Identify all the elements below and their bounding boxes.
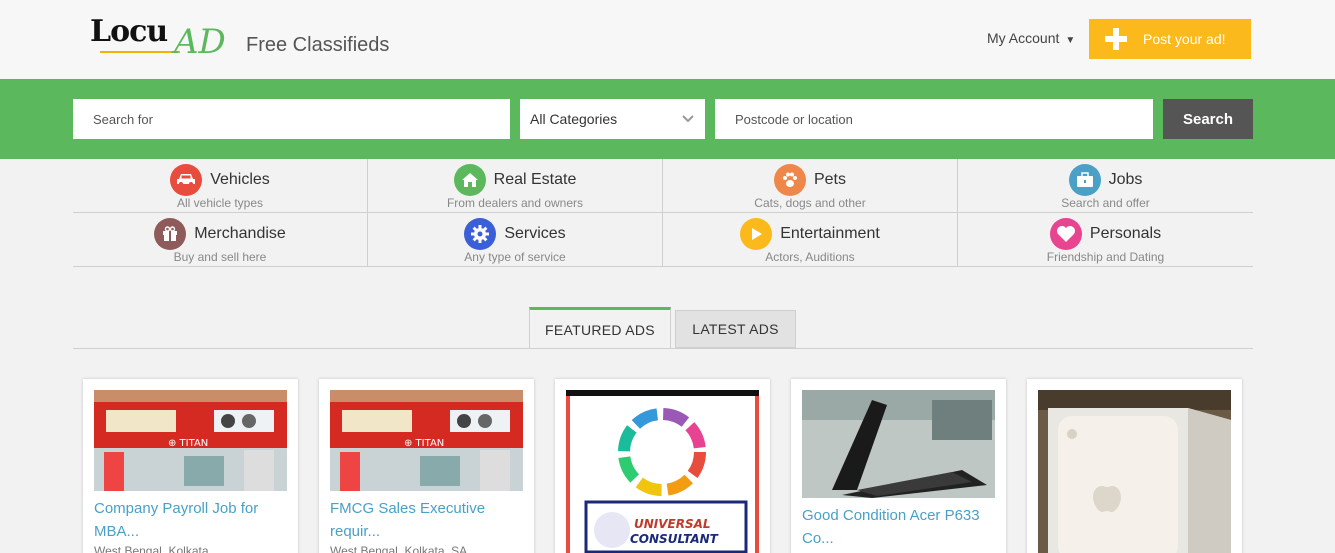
my-account-label: My Account [987, 30, 1060, 46]
search-bar: Search for All Categories Postcode or lo… [0, 79, 1335, 159]
category-subtitle: From dealers and owners [446, 196, 584, 210]
storefront-photo[interactable]: ⊕ TITAN [330, 390, 523, 491]
ad-card[interactable]: ⊕ TITAN Company Payroll Job for MBA... W… [83, 379, 298, 553]
svg-text:UNIVERSAL: UNIVERSAL [634, 517, 711, 531]
location-input[interactable]: Postcode or location [715, 99, 1153, 139]
category-subtitle: Friendship and Dating [1046, 250, 1165, 264]
play-icon [740, 218, 773, 250]
ad-title-link[interactable]: Good Condition Acer P633 Co... [802, 504, 995, 550]
ad-card[interactable]: UNIVERSAL CONSULTANT [555, 379, 770, 553]
category-entertainment[interactable]: Entertainment Actors, Auditions [663, 213, 958, 267]
ad-card[interactable]: Good Condition Acer P633 Co... [791, 379, 1006, 553]
svg-text:⊕ TITAN: ⊕ TITAN [168, 438, 208, 449]
svg-text:⊕ TITAN: ⊕ TITAN [404, 438, 444, 449]
paw-icon [773, 164, 806, 196]
storefront-photo[interactable]: ⊕ TITAN [94, 390, 287, 491]
search-button-label: Search [1182, 110, 1234, 128]
category-subtitle: Search and offer [1061, 196, 1150, 210]
category-merchandise[interactable]: Merchandise Buy and sell here [73, 213, 368, 267]
car-icon [170, 164, 203, 196]
ad-card[interactable] [1027, 379, 1242, 553]
category-subtitle: Any type of service [464, 250, 566, 264]
briefcase-icon [1068, 164, 1101, 196]
category-name: Services [504, 225, 566, 242]
post-ad-button[interactable]: Post your ad! [1089, 19, 1251, 59]
caret-down-icon: ▼ [1065, 35, 1076, 46]
logo-underline [100, 51, 180, 53]
house-icon [453, 164, 486, 196]
logo-locu-text: Locu [90, 14, 168, 49]
plus-icon [1089, 28, 1143, 50]
category-subtitle: Buy and sell here [173, 250, 267, 264]
category-name: Jobs [1108, 171, 1143, 188]
universal-consultant-logo[interactable]: UNIVERSAL CONSULTANT [566, 390, 759, 553]
category-subtitle: Actors, Auditions [765, 250, 855, 264]
category-name: Entertainment [780, 225, 880, 242]
tab-featured-ads[interactable]: FEATURED ADS [529, 307, 671, 349]
ad-title-link[interactable]: FMCG Sales Executive requir... [330, 497, 523, 543]
ad-title-link[interactable]: Company Payroll Job for MBA... [94, 497, 287, 543]
search-placeholder: Search for [93, 111, 153, 127]
heart-icon [1049, 218, 1082, 250]
post-ad-label: Post your ad! [1143, 31, 1226, 47]
category-name: Real Estate [493, 171, 577, 188]
site-header: Locu AD Free Classifieds My Account ▼ Pos… [0, 0, 1335, 79]
category-personals[interactable]: Personals Friendship and Dating [958, 213, 1253, 267]
gift-icon [154, 218, 187, 250]
category-pets[interactable]: Pets Cats, dogs and other [663, 159, 958, 213]
category-select-value: All Categories [530, 111, 618, 127]
laptop-photo[interactable] [802, 390, 995, 498]
logo-ad-text: AD [174, 22, 226, 62]
tab-latest-ads[interactable]: LATEST ADS [675, 310, 796, 348]
search-input[interactable]: Search for [73, 99, 510, 139]
svg-text:CONSULTANT: CONSULTANT [630, 532, 719, 546]
my-account-menu[interactable]: My Account ▼ [987, 30, 1075, 46]
category-services[interactable]: Services Any type of service [368, 213, 663, 267]
ad-card[interactable]: ⊕ TITAN FMCG Sales Executive requir... W… [319, 379, 534, 553]
phone-box-photo[interactable] [1038, 390, 1231, 553]
category-name: Personals [1089, 225, 1162, 242]
category-name: Pets [813, 171, 846, 188]
category-real-estate[interactable]: Real Estate From dealers and owners [368, 159, 663, 213]
chevron-down-icon [681, 112, 695, 129]
category-name: Vehicles [210, 171, 270, 188]
tabs-divider [73, 348, 1253, 349]
gear-icon [464, 218, 497, 250]
search-button[interactable]: Search [1163, 99, 1253, 139]
category-subtitle: All vehicle types [176, 196, 264, 210]
category-name: Merchandise [194, 225, 286, 242]
ad-location: West Bengal, Kolkata [94, 544, 209, 553]
category-vehicles[interactable]: Vehicles All vehicle types [73, 159, 368, 213]
site-logo[interactable]: Locu AD Free Classifieds [90, 14, 410, 64]
location-placeholder: Postcode or location [735, 111, 853, 127]
category-subtitle: Cats, dogs and other [754, 196, 866, 210]
category-select[interactable]: All Categories [520, 99, 705, 139]
ad-location: West Bengal, Kolkata, SA [330, 544, 468, 553]
category-jobs[interactable]: Jobs Search and offer [958, 159, 1253, 213]
tab-label: LATEST ADS [692, 321, 779, 337]
logo-tagline: Free Classifieds [246, 34, 390, 56]
tab-label: FEATURED ADS [545, 321, 655, 338]
